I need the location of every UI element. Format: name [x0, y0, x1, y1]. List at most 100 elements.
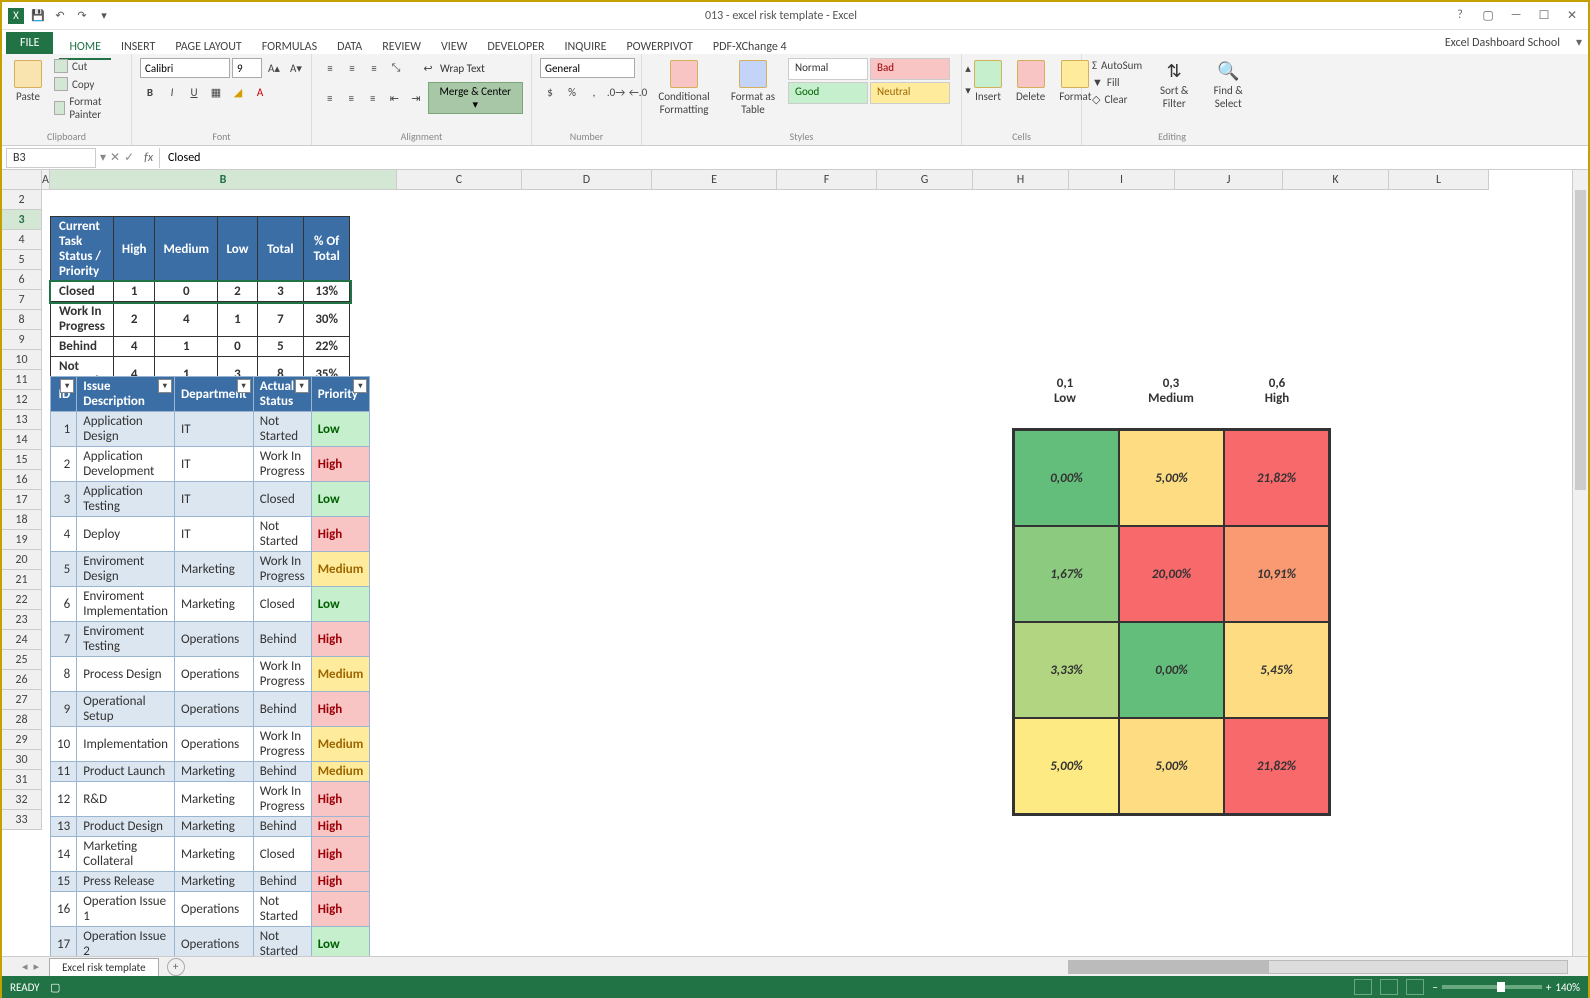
priority-cell[interactable]: High — [311, 447, 370, 482]
formula-input[interactable] — [159, 148, 1588, 168]
cell[interactable]: 14 — [51, 837, 77, 872]
cell[interactable]: Closed — [51, 282, 114, 302]
cell[interactable]: R&D — [77, 782, 175, 817]
indent-increase-icon[interactable]: ⇥ — [406, 88, 426, 108]
cell[interactable]: Enviroment Testing — [77, 622, 175, 657]
priority-cell[interactable]: Low — [311, 482, 370, 517]
page-layout-view-icon[interactable] — [1380, 979, 1398, 995]
delete-cells-button[interactable]: Delete — [1012, 58, 1049, 105]
autosum-button[interactable]: ΣAutoSum — [1090, 58, 1144, 73]
row-header-29[interactable]: 29 — [2, 730, 42, 750]
cell[interactable]: Press Release — [77, 872, 175, 892]
col-header-A[interactable]: A — [42, 170, 50, 190]
cell[interactable]: 12 — [51, 782, 77, 817]
col-header-I[interactable]: I — [1069, 170, 1175, 190]
cell[interactable]: Operational Setup — [77, 692, 175, 727]
scrollbar-thumb[interactable] — [1575, 190, 1586, 490]
row-header-6[interactable]: 6 — [2, 270, 42, 290]
risk-cell[interactable]: 5,45% — [1224, 622, 1329, 718]
help-icon[interactable]: ? — [1450, 8, 1470, 23]
save-icon[interactable]: 💾 — [30, 8, 46, 24]
sheet-nav-prev-icon[interactable]: ◂ — [22, 960, 28, 973]
cell[interactable]: 1 — [155, 337, 218, 357]
cell[interactable]: Behind — [253, 692, 311, 727]
cell[interactable]: 9 — [51, 692, 77, 727]
italic-button[interactable]: I — [162, 82, 182, 102]
file-tab[interactable]: FILE — [6, 32, 53, 54]
cell[interactable]: Operations — [174, 657, 253, 692]
cell[interactable]: Application Design — [77, 412, 175, 447]
cell[interactable]: Process Design — [77, 657, 175, 692]
comma-icon[interactable]: , — [584, 82, 604, 102]
col-header-E[interactable]: E — [652, 170, 777, 190]
priority-cell[interactable]: High — [311, 837, 370, 872]
cell[interactable]: 15 — [51, 872, 77, 892]
cell[interactable]: 4 — [51, 517, 77, 552]
cell[interactable]: Work In Progress — [253, 552, 311, 587]
cell[interactable]: Operation Issue 1 — [77, 892, 175, 927]
cell[interactable]: Behind — [253, 762, 311, 782]
filter-dropdown-icon[interactable]: ▾ — [295, 379, 309, 393]
sort-filter-button[interactable]: ⇅Sort & Filter — [1150, 58, 1198, 112]
underline-button[interactable]: U — [184, 82, 204, 102]
normal-view-icon[interactable] — [1354, 979, 1372, 995]
row-header-31[interactable]: 31 — [2, 770, 42, 790]
cell[interactable]: Marketing — [174, 552, 253, 587]
cell[interactable]: Operations — [174, 892, 253, 927]
row-header-17[interactable]: 17 — [2, 490, 42, 510]
risk-cell[interactable]: 0,00% — [1014, 430, 1119, 526]
cell[interactable]: Behind — [253, 817, 311, 837]
cell[interactable]: 16 — [51, 892, 77, 927]
format-painter-button[interactable]: Format Painter — [52, 94, 123, 122]
row-header-24[interactable]: 24 — [2, 630, 42, 650]
align-left-icon[interactable]: ≡ — [320, 88, 340, 108]
indent-decrease-icon[interactable]: ⇤ — [385, 88, 405, 108]
cell[interactable]: Marketing — [174, 762, 253, 782]
cell[interactable]: Work In Progress — [51, 302, 114, 337]
row-header-19[interactable]: 19 — [2, 530, 42, 550]
style-normal[interactable]: Normal — [788, 58, 868, 80]
cell[interactable]: 1 — [113, 282, 155, 302]
currency-icon[interactable]: $ — [540, 82, 560, 102]
priority-cell[interactable]: High — [311, 872, 370, 892]
cell[interactable]: Product Design — [77, 817, 175, 837]
percent-icon[interactable]: % — [562, 82, 582, 102]
align-right-icon[interactable]: ≡ — [363, 88, 383, 108]
cell[interactable]: Behind — [253, 622, 311, 657]
enter-formula-icon[interactable]: ✓ — [124, 150, 134, 165]
ribbon-display-icon[interactable]: ▢ — [1478, 8, 1498, 23]
align-bottom-icon[interactable]: ≡ — [364, 58, 384, 78]
format-as-table-button[interactable]: Format as Table — [724, 58, 782, 118]
cell[interactable]: Application Development — [77, 447, 175, 482]
macro-record-icon[interactable]: ▢ — [50, 981, 60, 994]
name-box[interactable]: B3 — [6, 148, 96, 168]
filter-dropdown-icon[interactable]: ▾ — [158, 379, 172, 393]
maximize-icon[interactable]: ☐ — [1534, 8, 1554, 23]
bold-button[interactable]: B — [140, 82, 160, 102]
cell[interactable]: Operations — [174, 927, 253, 957]
cell[interactable]: Operations — [174, 727, 253, 762]
cell[interactable]: 13% — [304, 282, 350, 302]
redo-icon[interactable]: ↷ — [74, 8, 90, 24]
priority-cell[interactable]: High — [311, 782, 370, 817]
cell[interactable]: 2 — [51, 447, 77, 482]
select-all-corner[interactable] — [2, 170, 42, 190]
cell[interactable]: 1 — [218, 302, 258, 337]
cell[interactable]: 7 — [51, 622, 77, 657]
row-header-32[interactable]: 32 — [2, 790, 42, 810]
risk-cell[interactable]: 5,00% — [1119, 430, 1224, 526]
align-center-icon[interactable]: ≡ — [342, 88, 362, 108]
zoom-value[interactable]: 140% — [1555, 981, 1580, 994]
cell[interactable]: IT — [174, 447, 253, 482]
horizontal-scrollbar[interactable] — [185, 960, 1568, 974]
row-header-15[interactable]: 15 — [2, 450, 42, 470]
conditional-formatting-button[interactable]: Conditional Formatting — [650, 58, 718, 118]
cell[interactable]: Marketing — [174, 817, 253, 837]
cell[interactable]: Marketing — [174, 837, 253, 872]
risk-cell[interactable]: 0,00% — [1119, 622, 1224, 718]
row-header-18[interactable]: 18 — [2, 510, 42, 530]
cell[interactable]: 10 — [51, 727, 77, 762]
filter-dropdown-icon[interactable]: ▾ — [353, 379, 367, 393]
cell[interactable]: 6 — [51, 587, 77, 622]
zoom-slider[interactable] — [1442, 985, 1542, 989]
